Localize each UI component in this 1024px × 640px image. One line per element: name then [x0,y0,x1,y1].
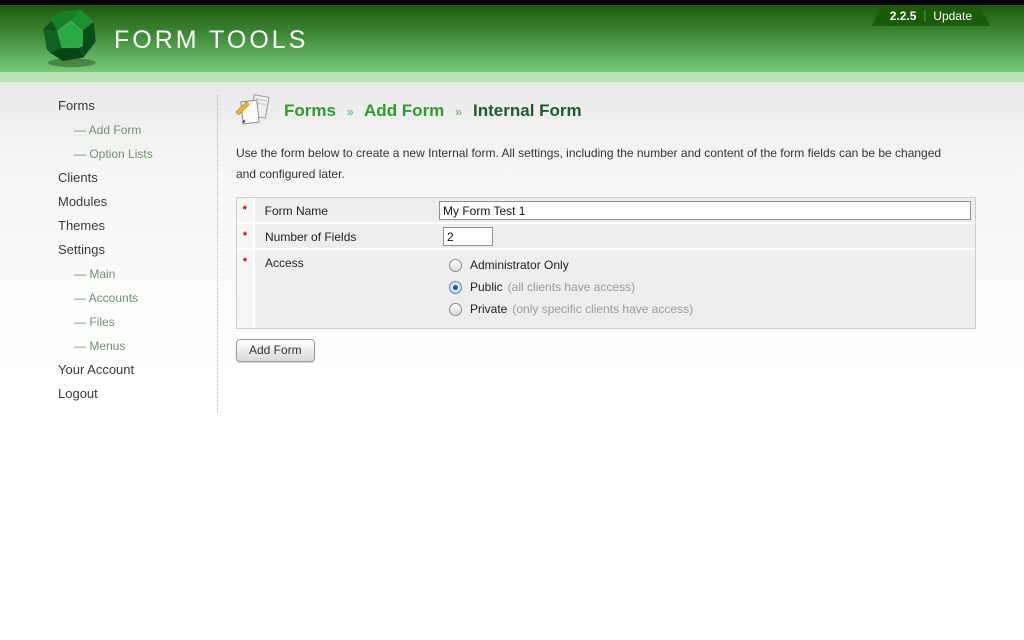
breadcrumb: Forms » Add Form » Internal Form [236,93,978,129]
version-number: 2.2.5 [890,9,917,23]
number-of-fields-label: Number of Fields [255,224,439,248]
form-tools-gem-icon [38,7,102,69]
header-light-strip [0,72,1024,82]
form-name-input[interactable] [439,201,971,220]
access-option-public[interactable]: Public (all clients have access) [443,276,971,298]
intro-text: Use the form below to create a new Inter… [236,143,942,185]
required-marker: * [237,198,255,222]
sidebar-item-settings[interactable]: Settings [58,240,217,264]
sidebar-item-menus[interactable]: — Menus [58,336,217,360]
sidebar-nav: Forms — Add Form — Option Lists Clients … [0,96,217,408]
update-link[interactable]: Update [933,9,972,23]
version-tab: 2.2.5 | Update [872,5,990,26]
sidebar-divider [217,95,218,413]
access-option-label: Public [470,280,503,294]
sidebar-item-forms[interactable]: Forms [58,96,217,120]
sidebar-item-themes[interactable]: Themes [58,216,217,240]
logo-text: FORM TOOLS [114,26,308,55]
breadcrumb-separator: » [455,104,462,119]
sidebar-item-files[interactable]: — Files [58,312,217,336]
radio-button-icon[interactable] [449,303,462,316]
access-label: Access [255,250,439,328]
logo: FORM TOOLS [38,7,308,69]
version-separator: | [923,10,926,22]
add-form-button[interactable]: Add Form [236,339,315,362]
sidebar-item-logout[interactable]: Logout [58,384,217,408]
radio-button-selected-icon[interactable] [449,281,462,294]
required-marker: * [237,250,255,328]
access-option-administrator-only[interactable]: Administrator Only [443,254,971,276]
access-option-private[interactable]: Private (only specific clients have acce… [443,298,971,320]
form-name-row: * Form Name [237,198,975,224]
number-of-fields-input[interactable] [443,227,493,246]
number-of-fields-row: * Number of Fields [237,224,975,250]
main-content: Forms » Add Form » Internal Form Use the… [236,93,978,362]
breadcrumb-link-forms[interactable]: Forms [284,101,336,120]
radio-button-icon[interactable] [449,259,462,272]
access-option-note: (only specific clients have access) [512,302,693,316]
sidebar-item-your-account[interactable]: Your Account [58,360,217,384]
access-option-label: Administrator Only [470,258,569,272]
sidebar-item-main[interactable]: — Main [58,264,217,288]
access-row: * Access Administrator Only Public (all … [237,250,975,328]
access-options: Administrator Only Public (all clients h… [439,250,975,328]
form-name-label: Form Name [255,198,435,222]
form-edit-pencil-icon [236,93,272,129]
add-form-table: * Form Name * Number of Fields * Access [236,197,976,329]
required-marker: * [237,224,255,248]
sidebar-item-add-form[interactable]: — Add Form [58,120,217,144]
page-title: Internal Form [473,101,582,120]
sidebar-item-clients[interactable]: Clients [58,168,217,192]
page: FORM TOOLS 2.2.5 | Update Forms — Add Fo… [0,0,1024,640]
form-name-cell [435,198,975,222]
access-option-label: Private [470,302,507,316]
breadcrumb-link-add-form[interactable]: Add Form [364,101,444,120]
sidebar-item-modules[interactable]: Modules [58,192,217,216]
sidebar-item-accounts[interactable]: — Accounts [58,288,217,312]
access-option-note: (all clients have access) [508,280,635,294]
number-of-fields-cell [439,224,975,248]
breadcrumb-separator: » [347,104,354,119]
sidebar-item-option-lists[interactable]: — Option Lists [58,144,217,168]
